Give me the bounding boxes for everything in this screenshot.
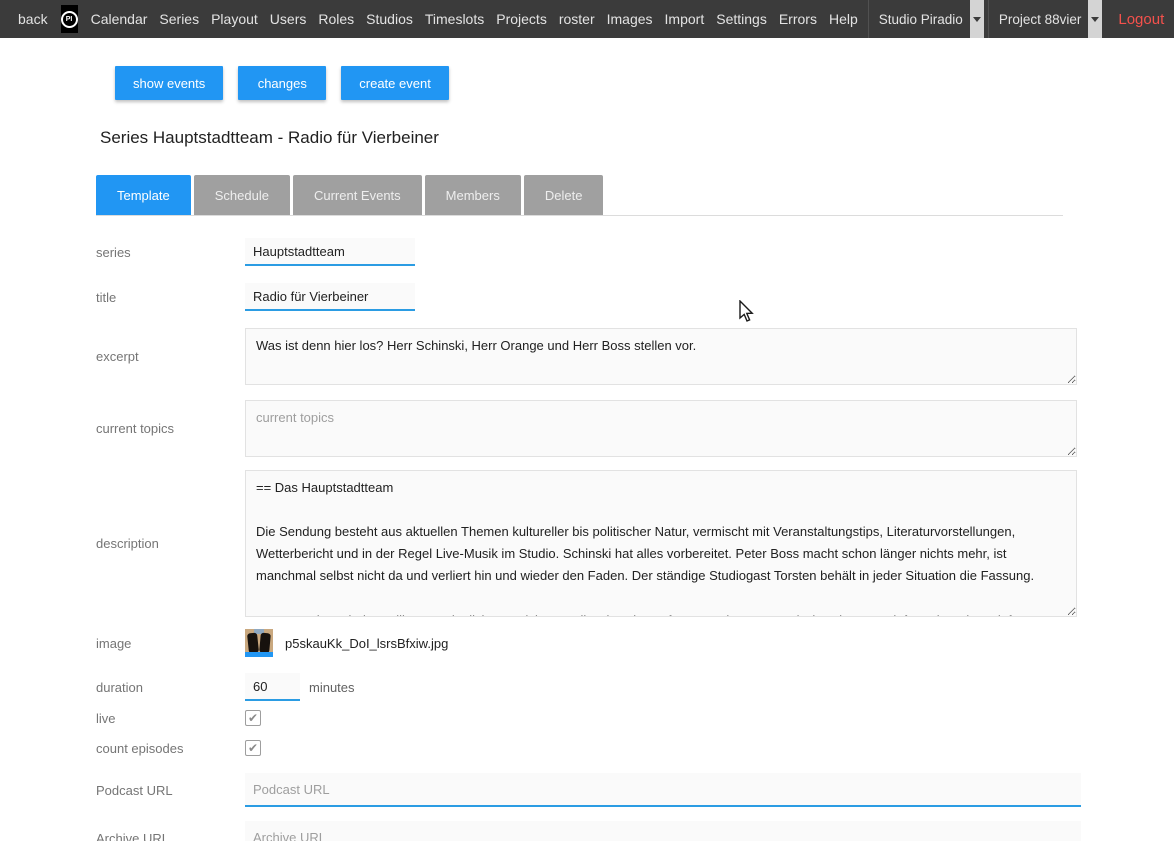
studio-select-value: Studio Piradio (869, 0, 970, 38)
description-row: description == Das Hauptstadtteam Die Se… (96, 470, 1081, 617)
nav-item-calendar[interactable]: Calendar (85, 0, 154, 38)
nav-item-timeslots[interactable]: Timeslots (419, 0, 490, 38)
title-label: title (96, 290, 245, 305)
tab-template[interactable]: Template (96, 175, 191, 215)
nav-item-images[interactable]: Images (601, 0, 659, 38)
count-episodes-label: count episodes (96, 741, 245, 756)
nav-item-errors[interactable]: Errors (773, 0, 823, 38)
duration-label: duration (96, 680, 245, 695)
live-checkbox[interactable] (245, 710, 261, 726)
tab-bar: Template Schedule Current Events Members… (96, 175, 1063, 216)
nav-item-studios[interactable]: Studios (360, 0, 419, 38)
image-label: image (96, 636, 245, 651)
live-label: live (96, 711, 245, 726)
main-content: show events changes create event Series … (0, 38, 1081, 841)
logo-circle-glyph: PI (61, 11, 78, 28)
podcast-url-label: Podcast URL (96, 783, 245, 798)
archive-url-input[interactable] (245, 821, 1081, 841)
app-logo-icon[interactable]: PI (61, 5, 78, 33)
series-row: series (96, 238, 1081, 266)
image-filename: p5skauKk_DoI_lsrsBfxiw.jpg (285, 636, 448, 651)
top-navigation: back PI Calendar Series Playout Users Ro… (0, 0, 1174, 38)
show-events-button[interactable]: show events (115, 66, 223, 100)
excerpt-textarea[interactable]: Was ist denn hier los? Herr Schinski, He… (245, 328, 1077, 385)
podcast-url-row: Podcast URL (96, 773, 1081, 807)
toolbar: show events changes create event (115, 66, 1081, 100)
series-label: series (96, 245, 245, 260)
image-row: image p5skauKk_DoI_lsrsBfxiw.jpg (96, 629, 1081, 657)
studio-select[interactable]: Studio Piradio (868, 0, 984, 38)
title-input[interactable] (245, 283, 415, 311)
tab-delete[interactable]: Delete (524, 175, 604, 215)
template-form: series title excerpt Was ist denn hier l… (96, 238, 1081, 841)
description-label: description (96, 536, 245, 551)
current-topics-row: current topics (96, 400, 1081, 457)
series-image-thumbnail[interactable] (245, 629, 273, 657)
nav-item-roster[interactable]: roster (553, 0, 601, 38)
count-episodes-row: count episodes (96, 740, 1081, 756)
count-episodes-checkbox[interactable] (245, 740, 261, 756)
excerpt-label: excerpt (96, 349, 245, 364)
create-event-button[interactable]: create event (341, 66, 449, 100)
logout-link[interactable]: Logout (1110, 0, 1172, 38)
archive-url-label: Archive URL (96, 831, 245, 841)
nav-item-help[interactable]: Help (823, 0, 864, 38)
duration-unit-label: minutes (309, 680, 355, 695)
nav-item-users[interactable]: Users (264, 0, 313, 38)
description-textarea[interactable]: == Das Hauptstadtteam Die Sendung besteh… (245, 470, 1077, 617)
nav-item-settings[interactable]: Settings (710, 0, 773, 38)
project-select-value: Project 88vier (989, 0, 1089, 38)
excerpt-row: excerpt Was ist denn hier los? Herr Schi… (96, 328, 1081, 385)
nav-item-playout[interactable]: Playout (205, 0, 264, 38)
live-row: live (96, 710, 1081, 726)
changes-button[interactable]: changes (238, 66, 326, 100)
podcast-url-input[interactable] (245, 773, 1081, 807)
nav-item-series[interactable]: Series (153, 0, 205, 38)
chevron-down-icon (1088, 0, 1102, 38)
page-title: Series Hauptstadtteam - Radio für Vierbe… (100, 128, 1081, 148)
archive-url-row: Archive URL (96, 821, 1081, 841)
project-select[interactable]: Project 88vier (988, 0, 1103, 38)
nav-item-roles[interactable]: Roles (312, 0, 360, 38)
title-row: title (96, 283, 1081, 311)
tab-current-events[interactable]: Current Events (293, 175, 422, 215)
duration-row: duration minutes (96, 673, 1081, 701)
nav-item-projects[interactable]: Projects (490, 0, 553, 38)
nav-item-import[interactable]: Import (659, 0, 711, 38)
nav-back-link[interactable]: back (12, 0, 54, 38)
tab-members[interactable]: Members (425, 175, 521, 215)
series-input[interactable] (245, 238, 415, 266)
chevron-down-icon (970, 0, 984, 38)
current-topics-textarea[interactable] (245, 400, 1077, 457)
duration-input[interactable] (245, 673, 300, 701)
tab-schedule[interactable]: Schedule (194, 175, 290, 215)
current-topics-label: current topics (96, 421, 245, 436)
